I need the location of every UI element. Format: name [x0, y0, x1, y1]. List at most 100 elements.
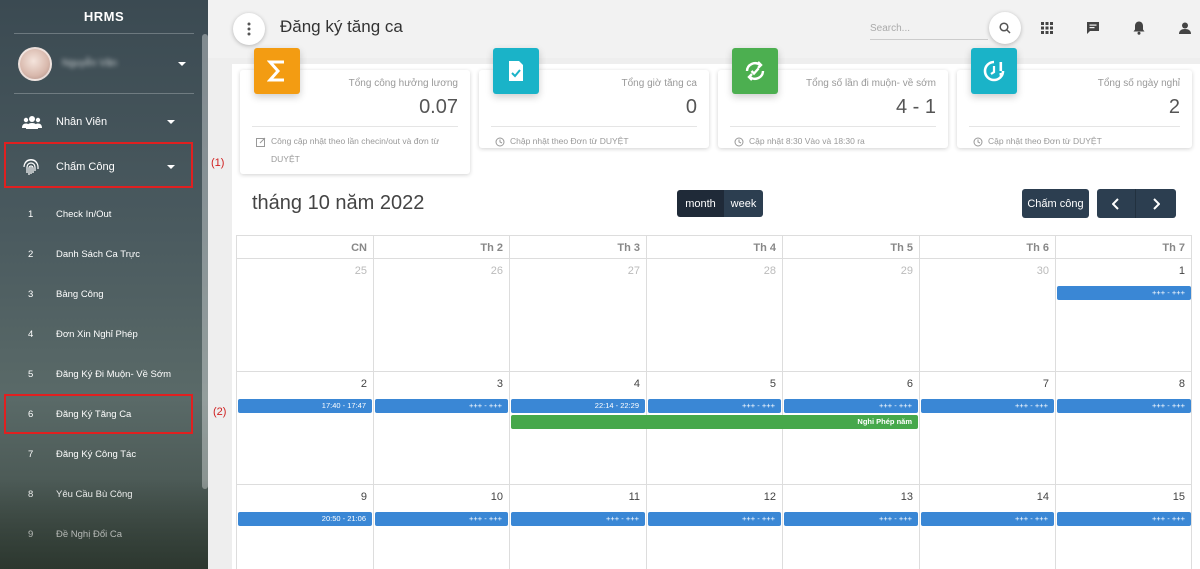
user-icon[interactable]	[1176, 19, 1194, 37]
more-menu-button[interactable]	[233, 13, 265, 45]
day-cell[interactable]: 30	[919, 259, 1055, 372]
day-cell[interactable]: 2	[236, 372, 373, 485]
chat-icon[interactable]	[1084, 19, 1102, 37]
user-name: Nguyễn Văn	[62, 58, 118, 69]
item-number: 4	[28, 328, 34, 340]
item-number: 2	[28, 248, 34, 260]
chevron-down-icon	[178, 61, 186, 66]
view-toggle: month week	[677, 190, 763, 217]
day-number: 25	[354, 265, 367, 277]
annotation-label-1: (1)	[211, 157, 225, 169]
sidebar-scrollbar[interactable]	[202, 34, 208, 489]
search-field[interactable]	[870, 18, 988, 40]
overtime-event[interactable]: 20:50 - 21:06	[238, 512, 372, 526]
search-button[interactable]	[989, 12, 1021, 44]
overtime-event[interactable]: +++ - +++	[921, 512, 1054, 526]
stat-footer-text: Công cập nhật theo lần checin/out và đơn…	[271, 136, 440, 146]
day-number: 5	[769, 378, 776, 390]
overtime-event[interactable]: +++ - +++	[375, 512, 508, 526]
month-view-button[interactable]: month	[677, 190, 724, 217]
search-input[interactable]	[870, 18, 988, 39]
stat-title: Tổng số lần đi muộn- về sớm	[806, 78, 936, 89]
overtime-event[interactable]: +++ - +++	[784, 399, 918, 413]
sub-item-overtime[interactable]: 6 Đăng Ký Tăng Ca	[8, 396, 193, 432]
sigma-icon	[254, 48, 300, 94]
update-icon	[734, 132, 746, 153]
weekday-header: Th 5	[782, 235, 919, 259]
prev-button[interactable]	[1097, 189, 1136, 218]
weekday-header: Th 3	[509, 235, 646, 259]
stat-value: 2	[1168, 96, 1180, 118]
overtime-event[interactable]: +++ - +++	[375, 399, 508, 413]
day-number: 10	[490, 491, 503, 503]
day-cell[interactable]: 8	[1055, 372, 1192, 485]
day-cell[interactable]: 11	[509, 485, 646, 569]
user-profile[interactable]: Nguyễn Văn	[14, 34, 194, 94]
brand-title: HRMS	[14, 0, 194, 34]
sub-item-compensation[interactable]: 8 Yêu Cầu Bù Công	[8, 476, 193, 512]
update-icon	[495, 132, 507, 153]
apps-grid-icon[interactable]	[1038, 19, 1056, 37]
bell-icon[interactable]	[1130, 19, 1148, 37]
sub-item-timesheet[interactable]: 3 Bảng Công	[8, 276, 193, 312]
item-label: Check In/Out	[56, 208, 112, 220]
weekday-header: Th 2	[373, 235, 509, 259]
item-number: 6	[28, 408, 34, 420]
day-number: 26	[490, 265, 503, 277]
page-title: Đăng ký tăng ca	[280, 17, 403, 36]
day-cell[interactable]: 3	[373, 372, 509, 485]
search-icon	[999, 22, 1011, 34]
day-cell[interactable]: 9	[236, 485, 373, 569]
cham-cong-button[interactable]: Chấm công	[1022, 189, 1089, 218]
day-number: 27	[627, 265, 640, 277]
stat-title: Tổng số ngày nghỉ	[1097, 78, 1180, 89]
next-button[interactable]	[1136, 189, 1176, 218]
sub-item-late-early[interactable]: 5 Đăng Ký Đi Muộn- Về Sớm	[8, 356, 193, 392]
day-cell[interactable]: 1	[1055, 259, 1192, 372]
nav-item-employees[interactable]: Nhân Viên	[8, 100, 193, 144]
day-number: 12	[763, 491, 776, 503]
item-label: Đề Nghị Đổi Ca	[56, 528, 122, 540]
top-header: Đăng ký tăng ca	[208, 0, 1200, 58]
sub-item-shift-list[interactable]: 2 Danh Sách Ca Trực	[8, 236, 193, 272]
weekday-header: Th 4	[646, 235, 782, 259]
item-label: Danh Sách Ca Trực	[56, 248, 140, 260]
day-number: 9	[360, 491, 367, 503]
day-cell[interactable]: 15	[1055, 485, 1192, 569]
day-cell[interactable]: 10	[373, 485, 509, 569]
overtime-event[interactable]: +++ - +++	[511, 512, 645, 526]
leave-event[interactable]: Nghỉ Phép năm	[511, 415, 918, 429]
day-cell[interactable]: 13	[782, 485, 919, 569]
day-number: 3	[496, 378, 503, 390]
day-cell[interactable]: 26	[373, 259, 509, 372]
fingerprint-icon	[22, 157, 50, 177]
sub-item-shift-change[interactable]: 9 Đề Nghị Đổi Ca	[8, 516, 193, 552]
overtime-event[interactable]: 22:14 - 22:29	[511, 399, 645, 413]
overtime-event[interactable]: +++ - +++	[921, 399, 1054, 413]
overtime-event[interactable]: +++ - +++	[648, 399, 781, 413]
day-cell[interactable]: 7	[919, 372, 1055, 485]
sub-item-leave-request[interactable]: 4 Đơn Xin Nghỉ Phép	[8, 316, 193, 352]
chevron-right-icon	[1153, 197, 1160, 210]
day-cell[interactable]: 14	[919, 485, 1055, 569]
overtime-event[interactable]: +++ - +++	[1057, 286, 1191, 300]
day-number: 15	[1172, 491, 1185, 503]
overtime-event[interactable]: +++ - +++	[784, 512, 918, 526]
overtime-event[interactable]: +++ - +++	[1057, 512, 1191, 526]
overtime-event[interactable]: 17:40 - 17:47	[238, 399, 372, 413]
day-number: 4	[633, 378, 640, 390]
day-number: 6	[906, 378, 913, 390]
day-cell[interactable]: 27	[509, 259, 646, 372]
week-view-button[interactable]: week	[724, 190, 763, 217]
sub-item-business-trip[interactable]: 7 Đăng Ký Công Tác	[8, 436, 193, 472]
day-cell[interactable]: 29	[782, 259, 919, 372]
day-cell[interactable]: 28	[646, 259, 782, 372]
day-cell[interactable]: 12	[646, 485, 782, 569]
item-label: Đăng Ký Tăng Ca	[56, 408, 132, 420]
stat-card-paid-work: Tổng công hưởng lương 0.07 Công cập nhật…	[240, 48, 470, 174]
overtime-event[interactable]: +++ - +++	[648, 512, 781, 526]
sub-item-check-in-out[interactable]: 1 Check In/Out	[8, 196, 193, 232]
nav-item-attendance[interactable]: Chấm Công	[8, 145, 193, 189]
overtime-event[interactable]: +++ - +++	[1057, 399, 1191, 413]
day-cell[interactable]: 25	[236, 259, 373, 372]
